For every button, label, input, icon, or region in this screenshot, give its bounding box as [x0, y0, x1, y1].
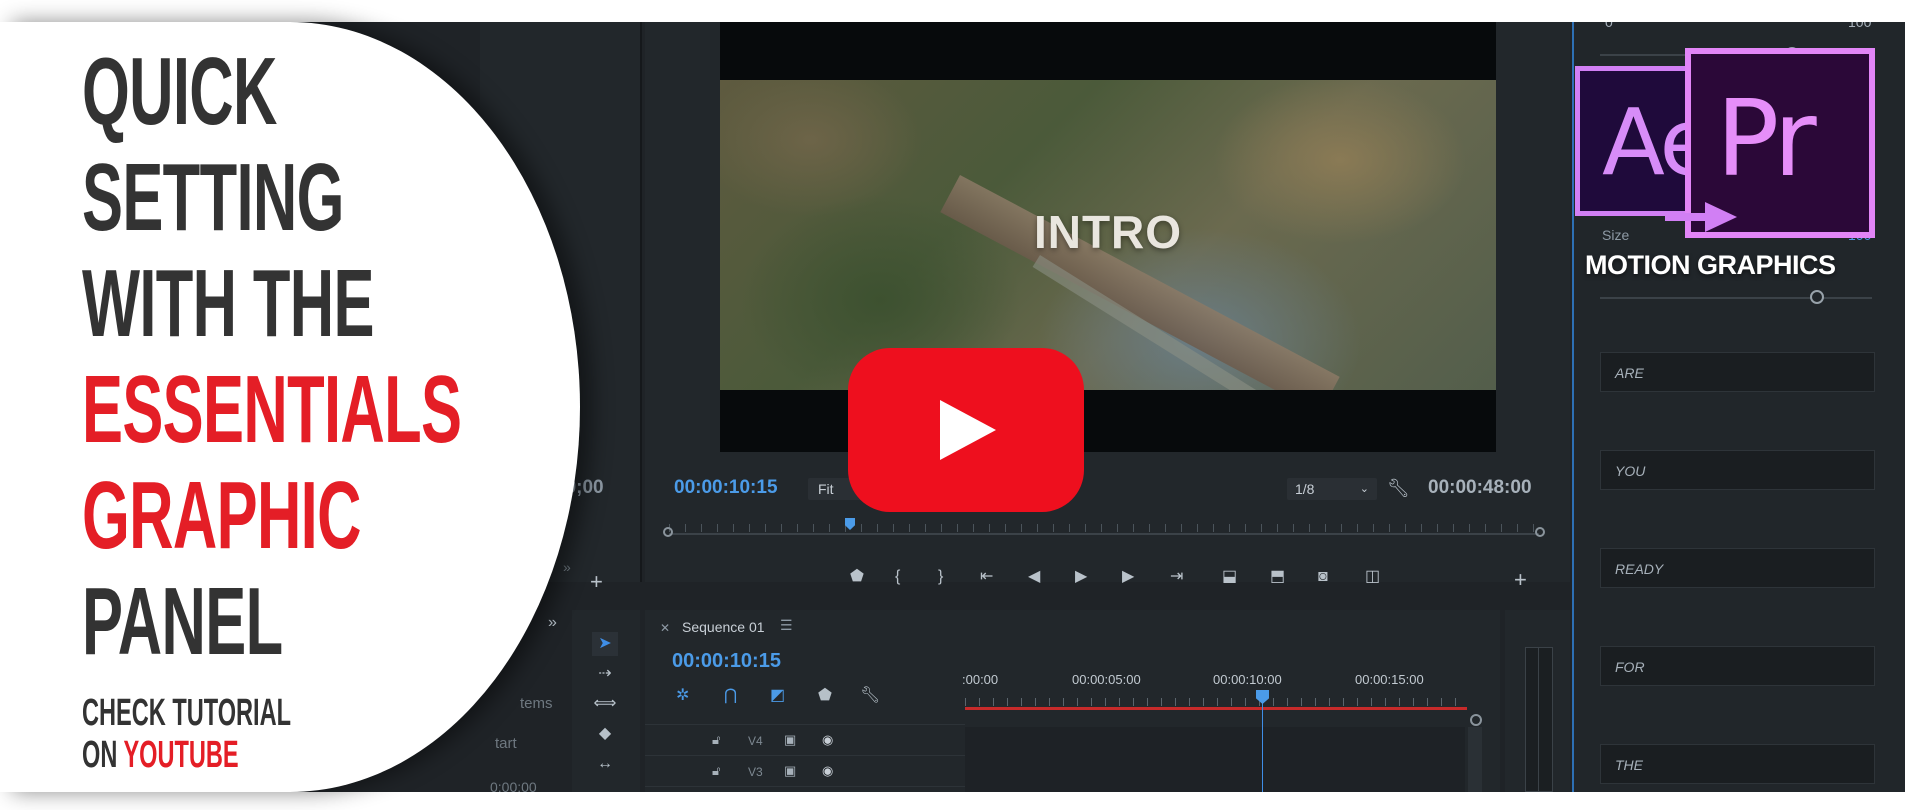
ruler-label: 00:00:10:00 — [1213, 672, 1282, 687]
program-duration-timecode: 00:00:48:00 — [1428, 477, 1532, 498]
scrub-track — [669, 533, 1539, 535]
timeline-scrollbar[interactable] — [1468, 727, 1482, 792]
resolution-value: 1/8 — [1295, 481, 1315, 497]
subtitle-prefix: ON — [82, 734, 118, 776]
ripple-edit-tool-icon[interactable]: ⟺ — [592, 692, 618, 716]
snap-icon[interactable]: ⋂ — [724, 685, 737, 705]
project-start-label: tart — [495, 735, 517, 752]
scrub-ticks — [669, 524, 1539, 532]
track-divider — [645, 755, 965, 756]
add-marker-icon[interactable]: ⬟ — [850, 567, 864, 587]
text-field[interactable]: THE — [1600, 744, 1875, 784]
motion-graphics-badge: MOTION GRAPHICS — [1585, 250, 1836, 280]
audio-meter — [1525, 647, 1553, 792]
text-field[interactable]: FOR — [1600, 646, 1875, 686]
marker-icon[interactable]: ⬟ — [818, 685, 832, 705]
slider-min-label: 0 — [1605, 22, 1613, 30]
project-time-label: 0:00:00 — [490, 779, 537, 792]
size-label: Size — [1602, 227, 1630, 243]
menu-icon[interactable]: ☰ — [780, 617, 793, 634]
track-area[interactable] — [965, 727, 1465, 792]
source-add-button[interactable]: + — [590, 569, 603, 595]
lock-icon[interactable]: 🔓︎ — [712, 763, 720, 779]
subtitle-line-1: CHECK TUTORIAL — [82, 692, 291, 734]
title-line: ESSENTIALS — [82, 356, 462, 463]
program-current-timecode[interactable]: 00:00:10:15 — [674, 477, 778, 499]
title-line: PANEL — [82, 568, 283, 675]
play-icon[interactable]: ▶︎ — [1075, 567, 1087, 587]
step-forward-icon[interactable]: ▶︎ — [1122, 567, 1134, 587]
out-point-handle[interactable] — [1535, 527, 1545, 537]
track-select-tool-icon[interactable]: ⇢ — [592, 662, 618, 686]
tools-panel: ➤ ⇢ ⟺ ◆ ↔ — [572, 610, 640, 792]
go-to-out-icon[interactable]: ⇥ — [1170, 567, 1183, 587]
slip-tool-icon[interactable]: ↔ — [592, 752, 618, 776]
eye-icon[interactable]: ◉ — [822, 732, 833, 748]
timeline-wrench-icon[interactable]: 🔧︎ — [860, 685, 880, 705]
linked-selection-icon[interactable]: ◩ — [770, 685, 785, 705]
project-overflow-icon[interactable]: » — [548, 614, 557, 632]
program-scrub-bar[interactable] — [663, 518, 1545, 544]
eye-icon[interactable]: ◉ — [822, 763, 833, 779]
lift-icon[interactable]: ⬓ — [1222, 567, 1237, 587]
resolution-dropdown[interactable]: 1/8 ⌄ — [1287, 478, 1377, 500]
work-area-bar[interactable] — [965, 707, 1467, 710]
title-line: QUICK — [82, 38, 277, 145]
text-field[interactable]: READY — [1600, 548, 1875, 588]
sequence-tab[interactable]: Sequence 01 — [682, 619, 765, 635]
youtube-play-icon[interactable] — [848, 348, 1084, 512]
subtitle-youtube: YOUTUBE — [123, 734, 239, 776]
text-field[interactable]: YOU — [1600, 450, 1875, 490]
step-back-icon[interactable]: ◀︎ — [1028, 567, 1040, 587]
timeline-timecode[interactable]: 00:00:10:15 — [672, 650, 781, 673]
track-divider — [645, 786, 965, 787]
in-point-handle[interactable] — [663, 527, 673, 537]
project-items-label: tems — [520, 695, 553, 712]
timeline-end-handle[interactable] — [1470, 714, 1482, 726]
size-slider-knob[interactable] — [1810, 290, 1824, 304]
program-add-button[interactable]: + — [1514, 567, 1527, 593]
selection-tool-icon[interactable]: ➤ — [592, 632, 618, 656]
wrench-icon[interactable]: 🔧︎ — [1387, 478, 1410, 499]
extract-icon[interactable]: ⬒ — [1270, 567, 1285, 587]
slider-max-label: 100 — [1848, 22, 1872, 30]
track-name: V4 — [748, 734, 763, 748]
razor-tool-icon[interactable]: ◆ — [592, 722, 618, 746]
go-to-in-icon[interactable]: ⇤ — [980, 567, 993, 587]
mark-out-icon[interactable]: } — [938, 567, 943, 587]
title-line: WITH THE — [82, 250, 374, 357]
camera-icon[interactable]: ◙ — [1318, 567, 1328, 587]
ruler-label: :00:00 — [962, 672, 999, 687]
compare-icon[interactable]: ◫ — [1365, 567, 1380, 587]
sync-lock-icon[interactable]: ▣ — [784, 732, 796, 748]
title-line: GRAPHIC — [82, 462, 361, 569]
lock-icon[interactable]: 🔓︎ — [712, 732, 720, 748]
timeline-playhead-line — [1262, 698, 1263, 792]
track-divider — [645, 724, 965, 725]
video-title-text: INTRO — [1033, 206, 1183, 258]
chevron-down-icon: ⌄ — [1359, 483, 1369, 495]
ruler-label: 00:00:15:00 — [1355, 672, 1424, 687]
nest-icon[interactable]: ✲ — [676, 685, 689, 705]
subtitle-line-2: ON YOUTUBE — [82, 736, 239, 774]
pr-logo-text: Pr — [1716, 78, 1817, 200]
text-field[interactable]: ARE — [1600, 352, 1875, 392]
program-video-frame: INTRO — [720, 80, 1496, 390]
panel-overflow-icon[interactable]: » — [563, 559, 571, 575]
timeline-ruler[interactable] — [965, 698, 1467, 706]
close-icon[interactable]: ✕ — [660, 621, 670, 635]
mark-in-icon[interactable]: { — [895, 567, 900, 587]
ruler-label: 00:00:05:00 — [1072, 672, 1141, 687]
title-line: SETTING — [82, 144, 344, 251]
track-name: V3 — [748, 765, 763, 779]
arrow-right-icon — [1665, 202, 1737, 232]
size-slider[interactable] — [1600, 297, 1872, 299]
sync-lock-icon[interactable]: ▣ — [784, 763, 796, 779]
